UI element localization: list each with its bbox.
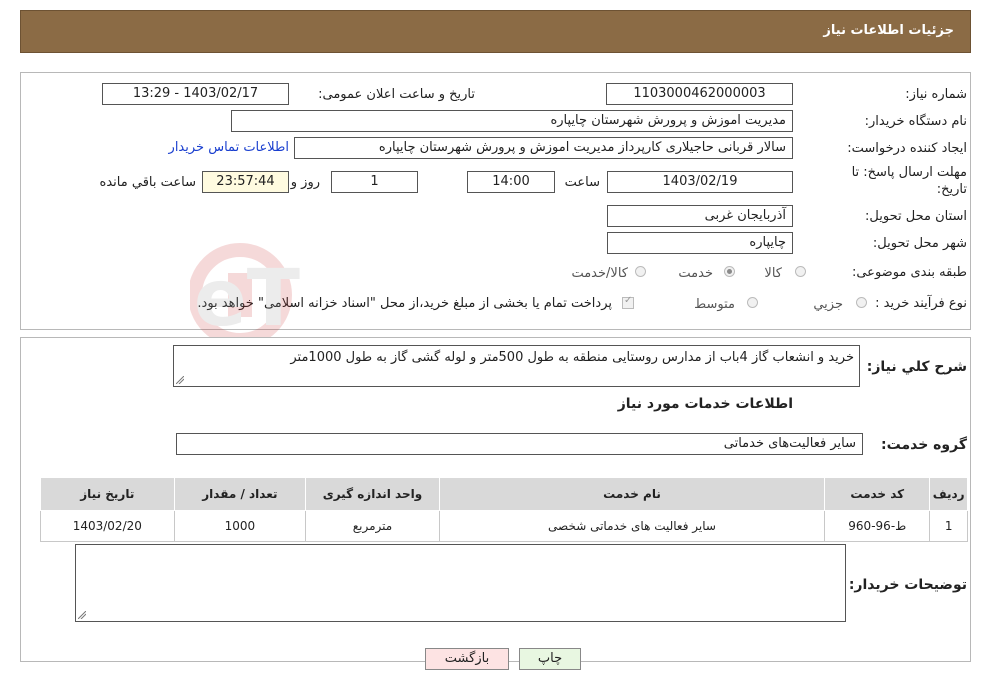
cell-quantity: 1000 [173, 510, 307, 542]
cell-service-code: ط-96-960 [824, 510, 931, 542]
remaining-time-label: ساعت باقي مانده [99, 175, 196, 190]
service-group-field[interactable]: سایر فعالیت‌های خدماتی [176, 433, 863, 455]
category-service-label: خدمت [678, 266, 713, 281]
column-header-unit: واحد اندازه گیری [305, 477, 440, 511]
resize-handle-icon[interactable] [78, 611, 86, 619]
description-text: خرید و انشعاب گاز 4باب از مدارس روستایی … [290, 350, 854, 365]
buyer-org-field[interactable]: مدیریت اموزش و پرورش شهرستان چایپاره [231, 110, 793, 132]
deadline-time-field[interactable]: 14:00 [467, 171, 555, 193]
table-row: 1 ط-96-960 سایر فعالیت های خدماتی شخصی م… [40, 510, 968, 542]
need-number-field[interactable]: 1103000462000003 [606, 83, 793, 105]
days-label: روز و [290, 175, 320, 190]
category-goods-service-label: کالا/خدمت [571, 266, 628, 281]
cell-service-name: سایر فعالیت های خدماتی شخصی [438, 510, 826, 542]
deadline-date-label: تاریخ: [936, 182, 967, 197]
category-label: طبقه بندی موضوعی: [851, 265, 967, 280]
services-table: ردیف کد خدمت نام خدمت واحد اندازه گیری ت… [40, 477, 968, 542]
province-label: استان محل تحویل: [865, 209, 967, 224]
creator-label: ایجاد کننده درخواست: [847, 141, 967, 156]
page-title: جزئیات اطلاعات نیاز [823, 23, 954, 38]
city-field[interactable]: چایپاره [607, 232, 793, 254]
category-goods-label: کالا [764, 266, 782, 281]
buyer-org-label: نام دستگاه خریدار: [864, 114, 967, 129]
process-medium-radio[interactable] [747, 297, 758, 308]
page-header: جزئیات اطلاعات نیاز [20, 10, 971, 53]
category-goods-service-radio[interactable] [635, 266, 646, 277]
description-label: شرح کلي نياز: [866, 359, 967, 375]
remaining-time-field: 23:57:44 [202, 171, 289, 193]
services-section-title: اطلاعات خدمات مورد نیاز [617, 396, 793, 412]
process-label: نوع فرآیند خرید : [875, 296, 967, 311]
city-label: شهر محل تحویل: [872, 236, 967, 251]
description-textarea[interactable]: خرید و انشعاب گاز 4باب از مدارس روستایی … [173, 345, 860, 387]
buyer-notes-label: توضیحات خریدار: [848, 577, 967, 593]
print-button[interactable]: چاپ [519, 648, 581, 670]
buyer-contact-link[interactable]: اطلاعات تماس خریدار [169, 140, 289, 155]
treasury-payment-note: پرداخت تمام یا بخشی از مبلغ خرید،از محل … [197, 296, 612, 311]
treasury-payment-checkbox[interactable] [622, 295, 634, 309]
announce-label: تاریخ و ساعت اعلان عمومی: [318, 87, 475, 102]
need-number-label: شماره نیاز: [905, 87, 967, 102]
table-header-row: ردیف کد خدمت نام خدمت واحد اندازه گیری ت… [40, 477, 968, 511]
cell-unit: مترمربع [305, 510, 440, 542]
announce-field[interactable]: 1403/02/17 - 13:29 [102, 83, 289, 105]
deadline-label: مهلت ارسال پاسخ: تا [851, 165, 967, 180]
category-goods-radio[interactable] [795, 266, 806, 277]
column-header-need-date: تاریخ نیاز [40, 477, 175, 511]
process-minor-label: جزیي [813, 297, 843, 312]
cell-need-date: 1403/02/20 [40, 510, 175, 542]
deadline-date-field[interactable]: 1403/02/19 [607, 171, 793, 193]
column-header-row-number: ردیف [929, 477, 968, 511]
cell-row-number: 1 [929, 510, 968, 542]
process-medium-label: متوسط [694, 297, 735, 312]
deadline-time-label: ساعت [564, 175, 600, 190]
resize-handle-icon[interactable] [176, 376, 184, 384]
buyer-notes-textarea[interactable] [75, 544, 846, 622]
process-minor-radio[interactable] [856, 297, 867, 308]
column-header-service-name: نام خدمت [438, 477, 826, 511]
back-button[interactable]: بازگشت [425, 648, 509, 670]
column-header-service-code: کد خدمت [824, 477, 931, 511]
column-header-quantity: تعداد / مقدار [173, 477, 307, 511]
days-remaining-field[interactable]: 1 [331, 171, 418, 193]
category-service-radio[interactable] [724, 266, 735, 277]
province-field[interactable]: آذربایجان غربی [607, 205, 793, 227]
service-group-label: گروه خدمت: [881, 437, 967, 453]
creator-field[interactable]: سالار قربانی حاجیلاری کارپرداز مدیریت ام… [294, 137, 793, 159]
